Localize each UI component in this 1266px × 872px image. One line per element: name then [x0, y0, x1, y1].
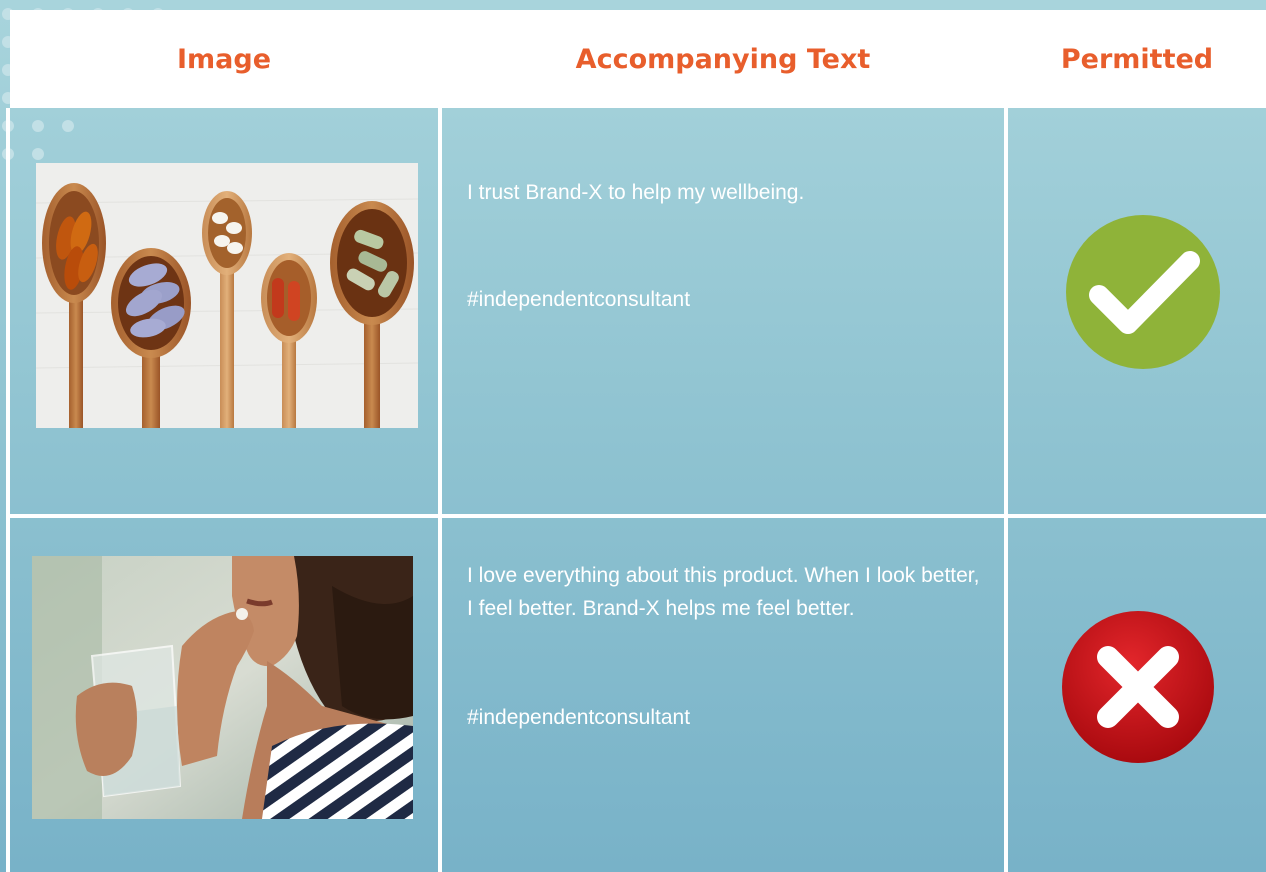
column-divider-2: [1004, 108, 1008, 872]
column-divider-1: [438, 108, 442, 872]
vitamin-spoons-photo: [36, 163, 418, 428]
row-divider: [10, 514, 1266, 518]
checkmark-icon: [1066, 215, 1220, 369]
table-header: Image Accompanying Text Permitted: [10, 10, 1266, 108]
accompanying-text-row1: I trust Brand-X to help my wellbeing.: [467, 181, 805, 204]
header-image: Image: [176, 44, 272, 75]
hashtag-row1: #independentconsultant: [467, 288, 691, 311]
header-accompanying-text: Accompanying Text: [575, 44, 871, 75]
woman-taking-pill-photo: [32, 556, 413, 819]
hashtag-row2: #independentconsultant: [467, 706, 691, 729]
table-border-left: [6, 108, 10, 872]
cross-icon: [1062, 611, 1214, 763]
header-permitted: Permitted: [1060, 44, 1214, 75]
accompanying-text-row2: I love everything about this product. Wh…: [467, 564, 980, 620]
